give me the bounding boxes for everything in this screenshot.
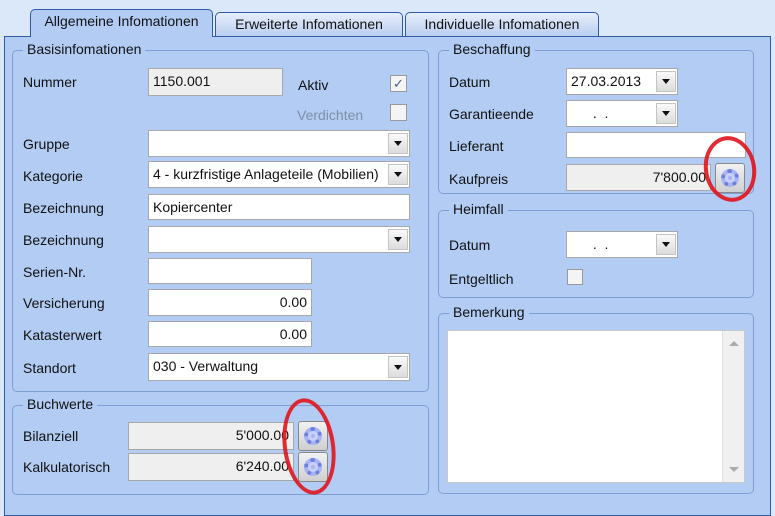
- group-title: Beschaffung: [449, 41, 535, 57]
- beschaffung-datum-label: Datum: [449, 74, 491, 90]
- entgeltlich-label: Entgeltlich: [449, 271, 514, 287]
- kategorie-value: 4 - kurzfristige Anlageteile (Mobilien): [153, 166, 379, 182]
- group-title: Heimfall: [449, 201, 508, 217]
- bezeichnung2-combobox[interactable]: [148, 226, 410, 253]
- versicherung-field[interactable]: 0.00: [148, 289, 312, 316]
- bezeichnung2-label: Bezeichnung: [23, 232, 104, 248]
- beschaffung-datum-picker[interactable]: 27.03.2013: [566, 68, 678, 95]
- scroll-up-icon[interactable]: [729, 341, 739, 346]
- buchwerte-group: Buchwerte: [12, 396, 429, 495]
- lieferant-field[interactable]: [566, 132, 746, 158]
- chevron-down-icon[interactable]: [656, 71, 676, 92]
- lieferant-label: Lieferant: [449, 138, 504, 154]
- bezeichnung-field[interactable]: Kopiercenter: [148, 194, 410, 220]
- tab-allgemeine-informationen[interactable]: Allgemeine Infomationen: [30, 9, 213, 37]
- entgeltlich-checkbox[interactable]: [567, 269, 583, 285]
- serien-nr-field[interactable]: [148, 258, 312, 284]
- kalkulatorisch-calculate-button[interactable]: [298, 452, 328, 482]
- nummer-label: Nummer: [23, 74, 77, 90]
- standort-value: 030 - Verwaltung: [153, 358, 259, 374]
- bilanziell-calculate-button[interactable]: [298, 421, 328, 451]
- garantieende-value: . .: [589, 105, 609, 121]
- kategorie-combobox[interactable]: 4 - kurzfristige Anlageteile (Mobilien): [148, 161, 410, 188]
- chevron-down-icon[interactable]: [656, 234, 676, 255]
- tab-erweiterte-informationen[interactable]: Erweiterte Infomationen: [215, 12, 403, 37]
- gruppe-combobox[interactable]: [148, 130, 410, 157]
- bilanziell-field[interactable]: 5'000.00: [128, 422, 294, 450]
- katasterwert-label: Katasterwert: [23, 327, 102, 343]
- gear-icon: [721, 169, 739, 187]
- group-title: Bemerkung: [449, 304, 529, 320]
- heimfall-datum-picker[interactable]: . .: [566, 231, 678, 258]
- tab-individuelle-informationen[interactable]: Individuelle Infomationen: [405, 12, 599, 37]
- kaufpreis-field[interactable]: 7'800.00: [566, 164, 711, 191]
- gruppe-label: Gruppe: [23, 136, 70, 152]
- verdichten-label: Verdichten: [297, 107, 364, 123]
- chevron-down-icon[interactable]: [388, 164, 408, 185]
- garantieende-label: Garantieende: [449, 106, 534, 122]
- gear-icon: [304, 458, 322, 476]
- bezeichnung-label: Bezeichnung: [23, 200, 104, 216]
- beschaffung-datum-value: 27.03.2013: [571, 73, 642, 89]
- serien-nr-label: Serien-Nr.: [23, 264, 87, 280]
- standort-combobox[interactable]: 030 - Verwaltung: [148, 353, 410, 381]
- bemerkung-textarea[interactable]: [447, 330, 745, 483]
- kalkulatorisch-field[interactable]: 6'240.00: [128, 453, 294, 481]
- gear-icon: [304, 427, 322, 445]
- heimfall-datum-label: Datum: [449, 237, 491, 253]
- group-title: Basisinfomationen: [23, 41, 146, 57]
- versicherung-label: Versicherung: [23, 295, 105, 311]
- katasterwert-field[interactable]: 0.00: [148, 321, 312, 347]
- garantieende-picker[interactable]: . .: [566, 100, 678, 127]
- chevron-down-icon[interactable]: [388, 229, 408, 250]
- chevron-down-icon[interactable]: [656, 103, 676, 124]
- nummer-field[interactable]: 1150.001: [148, 68, 283, 96]
- chevron-down-icon[interactable]: [388, 133, 408, 154]
- verdichten-checkbox[interactable]: [390, 104, 407, 121]
- group-title: Buchwerte: [23, 396, 98, 412]
- chevron-down-icon[interactable]: [388, 356, 408, 378]
- kaufpreis-label: Kaufpreis: [449, 171, 509, 187]
- bilanziell-label: Bilanziell: [23, 428, 79, 444]
- scrollbar[interactable]: [722, 331, 744, 482]
- standort-label: Standort: [23, 360, 76, 376]
- aktiv-checkbox[interactable]: ✓: [390, 75, 407, 92]
- kalkulatorisch-label: Kalkulatorisch: [23, 459, 111, 475]
- kategorie-label: Kategorie: [23, 168, 83, 184]
- kaufpreis-calculate-button[interactable]: [715, 163, 745, 193]
- aktiv-label: Aktiv: [298, 77, 329, 93]
- scroll-down-icon[interactable]: [729, 467, 739, 472]
- heimfall-datum-value: . .: [589, 236, 609, 252]
